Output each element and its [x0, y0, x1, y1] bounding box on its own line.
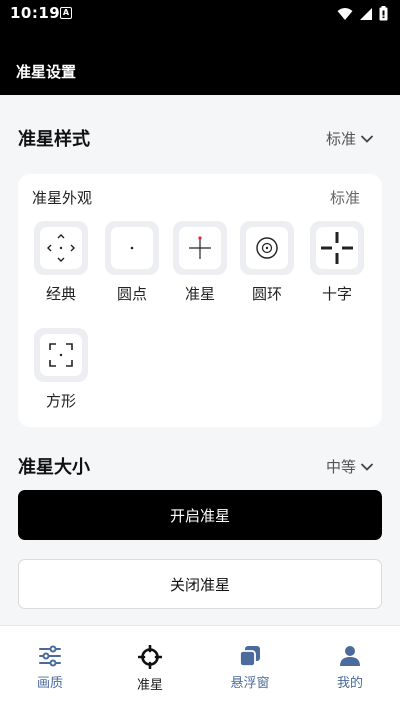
signal-icon	[360, 7, 372, 20]
option-square[interactable]: 方形	[31, 328, 91, 411]
sliders-icon	[39, 645, 61, 667]
option-tile	[173, 221, 227, 275]
settings-content: 准星样式 标准 准星外观 标准 经典 圆点 准星 圆环 十字 方形 准星大小 中…	[0, 95, 400, 625]
option-tile	[34, 328, 88, 382]
option-label: 准星	[184, 285, 215, 303]
floating-window-icon	[239, 646, 260, 667]
app-bar: 准星设置	[0, 28, 400, 95]
crosshair-style-value: 标准	[325, 130, 356, 148]
enable-crosshair-button[interactable]: 开启准星	[18, 490, 382, 540]
option-cross[interactable]: 十字	[307, 221, 367, 304]
crosshair-icon	[138, 645, 162, 669]
bottom-tab-bar: 画质 准星 悬浮窗 我的	[0, 625, 400, 710]
card-value: 标准	[329, 189, 360, 207]
square-crosshair-icon	[49, 343, 73, 367]
cross-crosshair-icon	[321, 232, 353, 264]
crosshair-size-value: 中等	[325, 458, 356, 476]
notification-icon: A	[60, 7, 72, 19]
option-tile	[105, 221, 159, 275]
chevron-down-icon	[360, 462, 374, 471]
card-title: 准星外观	[32, 189, 93, 207]
crosshair-style-label: 准星样式	[18, 129, 90, 150]
tab-label: 悬浮窗	[230, 676, 270, 691]
battery-icon	[379, 6, 388, 21]
crosshair-size-dropdown[interactable]: 中等	[326, 456, 374, 477]
crosshair-size-section: 准星大小 中等	[18, 453, 382, 479]
option-classic[interactable]: 经典	[31, 221, 91, 304]
classic-crosshair-icon	[47, 234, 75, 262]
status-time: 10:19	[10, 4, 61, 22]
option-plus[interactable]: 准星	[170, 221, 230, 304]
crosshair-style-dropdown[interactable]: 标准	[326, 128, 374, 149]
person-icon	[340, 646, 360, 666]
wifi-icon	[337, 7, 353, 20]
option-label: 经典	[45, 285, 76, 303]
option-ring[interactable]: 圆环	[237, 221, 297, 304]
tab-floating-window[interactable]: 悬浮窗	[200, 626, 300, 710]
option-label: 圆点	[116, 285, 147, 303]
option-label: 方形	[45, 392, 76, 410]
crosshair-appearance-card: 准星外观 标准 经典 圆点 准星 圆环 十字 方形	[18, 174, 382, 427]
option-tile	[310, 221, 364, 275]
chevron-down-icon	[360, 134, 374, 143]
plus-crosshair-icon	[189, 236, 211, 259]
dot-crosshair-icon	[130, 246, 134, 250]
status-icons	[337, 6, 388, 21]
option-dot[interactable]: 圆点	[102, 221, 162, 304]
status-bar: 10:19 A	[0, 0, 400, 28]
option-tile	[34, 221, 88, 275]
crosshair-style-section: 准星样式 标准	[18, 125, 382, 151]
tab-profile[interactable]: 我的	[300, 626, 400, 710]
option-label: 十字	[321, 285, 352, 303]
ring-crosshair-icon	[256, 237, 278, 259]
tab-label: 准星	[136, 678, 163, 693]
option-tile	[240, 221, 294, 275]
crosshair-size-label: 准星大小	[18, 457, 90, 478]
option-label: 圆环	[251, 285, 282, 303]
tab-quality[interactable]: 画质	[0, 626, 100, 710]
tab-crosshair[interactable]: 准星	[100, 626, 200, 710]
disable-crosshair-button[interactable]: 关闭准星	[18, 559, 382, 609]
page-title: 准星设置	[16, 63, 77, 81]
tab-label: 我的	[336, 676, 363, 691]
tab-label: 画质	[36, 676, 63, 691]
